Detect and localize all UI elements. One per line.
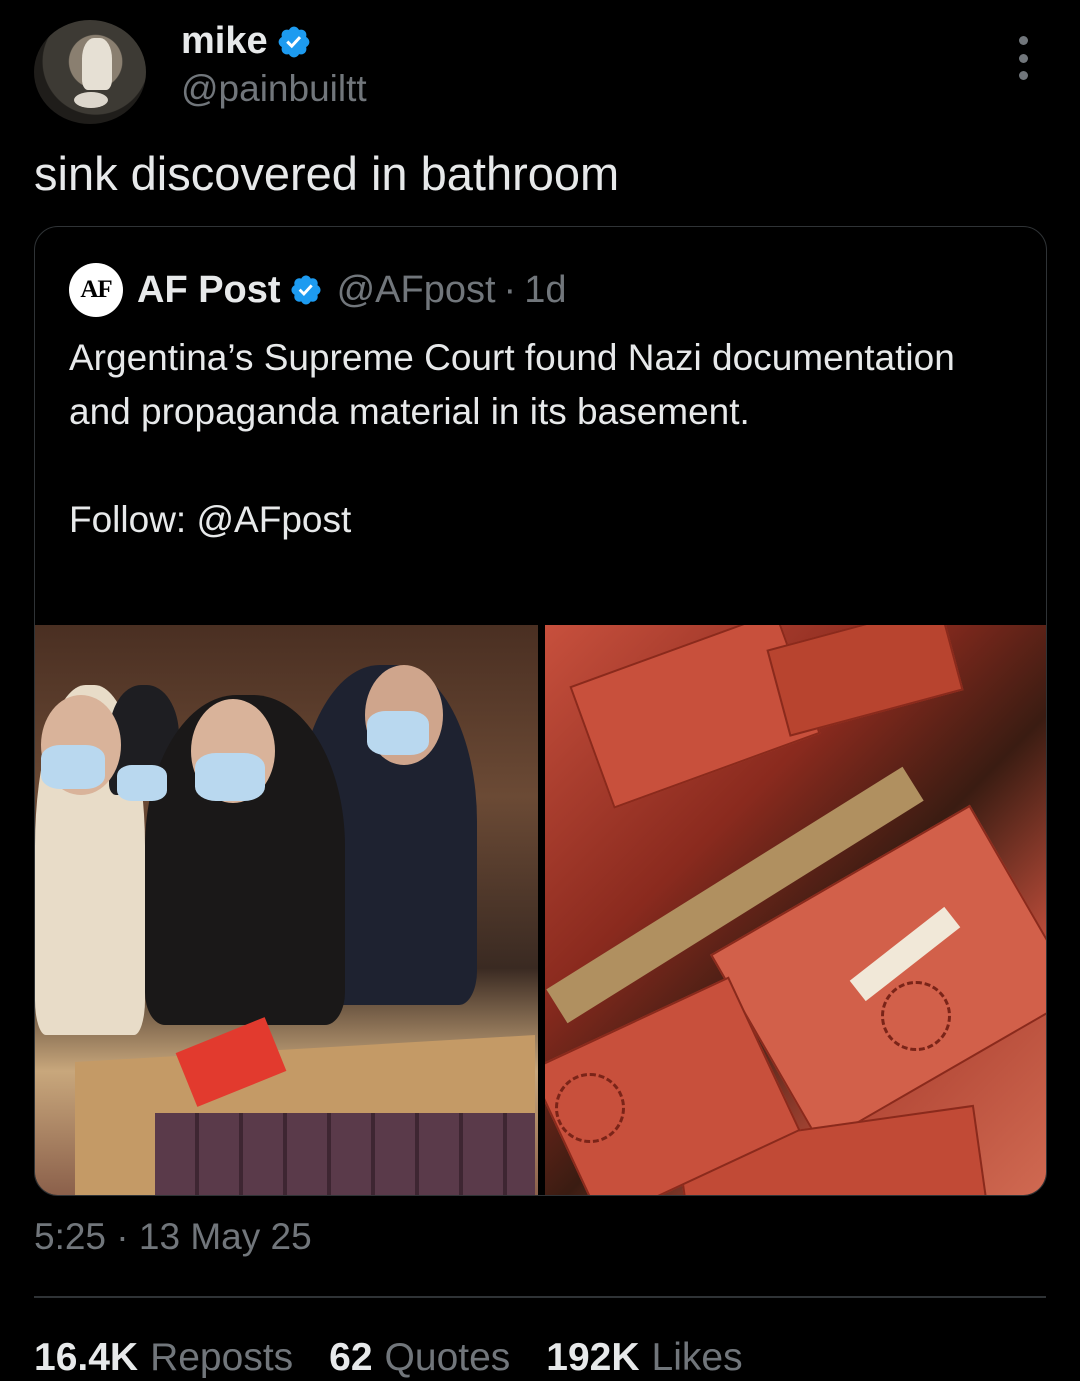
- post-text: sink discovered in bathroom: [34, 147, 620, 200]
- quoted-author-handle[interactable]: @AFpost: [337, 269, 496, 312]
- reposts-label: Reposts: [150, 1336, 294, 1379]
- author-avatar[interactable]: [34, 20, 146, 124]
- post-timestamp[interactable]: 5:25 · 13 May 25: [34, 1216, 312, 1258]
- more-vertical-icon-dot: [1018, 53, 1028, 63]
- more-vertical-icon-dot: [1018, 36, 1028, 45]
- media-photo-officials-with-box[interactable]: [35, 625, 538, 1195]
- quoted-time[interactable]: 1d: [524, 269, 566, 312]
- photo-emblem-seal: [555, 1073, 625, 1143]
- more-vertical-icon-dot: [1018, 71, 1028, 80]
- quoted-post-text: Argentina’s Supreme Court found Nazi doc…: [69, 337, 955, 540]
- quoted-media-grid: [35, 625, 1046, 1195]
- photo-emblem-seal: [881, 981, 951, 1051]
- quoted-post-card[interactable]: AF AF Post @AFpost · 1d Argentina’s Supr…: [34, 226, 1047, 1196]
- photo-mask: [117, 765, 167, 801]
- photo-mask: [41, 745, 105, 789]
- photo-booklet: [766, 625, 964, 737]
- reposts-stat[interactable]: 16.4K Reposts: [34, 1336, 293, 1380]
- quotes-count: 62: [329, 1336, 373, 1379]
- verified-badge-icon: [291, 275, 321, 305]
- quoted-post-header: AF AF Post @AFpost · 1d: [69, 263, 566, 317]
- avatar-figure: [82, 38, 112, 90]
- divider: [34, 1296, 1046, 1298]
- author-name-row[interactable]: mike: [181, 20, 312, 63]
- photo-booklets: [155, 1113, 535, 1195]
- author-name[interactable]: mike: [181, 20, 268, 63]
- quotes-label: Quotes: [384, 1336, 511, 1379]
- likes-stat[interactable]: 192K Likes: [546, 1336, 742, 1380]
- photo-mask: [367, 711, 429, 755]
- quoted-separator: ·: [503, 268, 517, 311]
- photo-mask: [195, 753, 265, 801]
- media-photo-red-booklets[interactable]: [545, 625, 1046, 1195]
- quoted-author-avatar[interactable]: AF: [69, 263, 123, 317]
- quotes-stat[interactable]: 62 Quotes: [329, 1336, 510, 1380]
- quoted-author-name[interactable]: AF Post: [137, 269, 281, 312]
- likes-label: Likes: [651, 1336, 743, 1379]
- author-handle[interactable]: @painbuiltt: [181, 68, 367, 110]
- verified-badge-icon: [278, 26, 309, 57]
- more-options-button[interactable]: [1006, 36, 1040, 80]
- reposts-count: 16.4K: [34, 1336, 139, 1379]
- likes-count: 192K: [546, 1336, 640, 1379]
- post-stats: 16.4K Reposts 62 Quotes 192K Likes: [34, 1336, 743, 1380]
- avatar-plate: [74, 92, 108, 108]
